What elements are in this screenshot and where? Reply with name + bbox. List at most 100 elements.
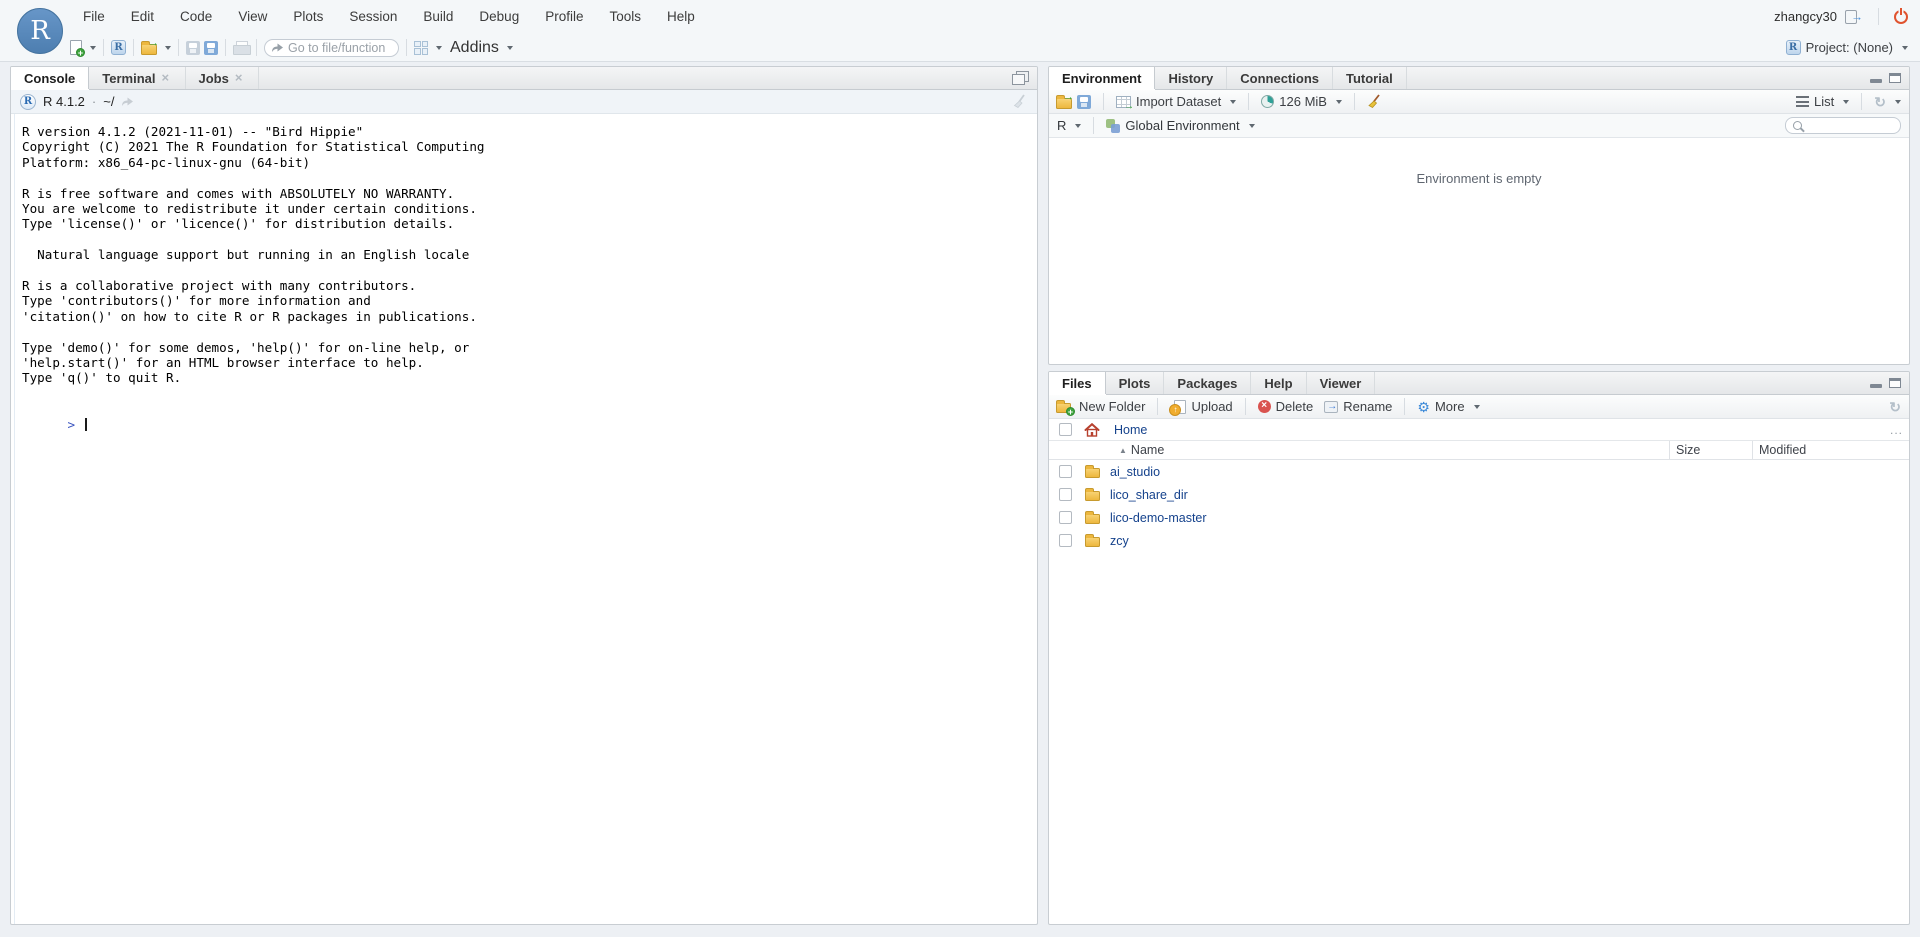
tab-tutorial[interactable]: Tutorial (1333, 67, 1407, 89)
file-row[interactable]: ai_studio (1049, 460, 1909, 483)
goto-file-input[interactable] (288, 41, 392, 55)
minimize-pane-icon[interactable] (1870, 73, 1882, 84)
menu-help[interactable]: Help (654, 9, 708, 24)
menu-edit[interactable]: Edit (118, 9, 167, 24)
menu-profile[interactable]: Profile (532, 9, 596, 24)
menu-session[interactable]: Session (336, 9, 410, 24)
tab-plots[interactable]: Plots (1106, 372, 1165, 394)
addins-button[interactable]: Addins (450, 39, 513, 57)
tab-help[interactable]: Help (1251, 372, 1306, 394)
import-dataset-icon (1116, 96, 1131, 108)
tab-environment[interactable]: Environment (1049, 67, 1155, 89)
files-pane: Files Plots Packages Help Viewer New Fol… (1048, 371, 1910, 925)
menu-plots[interactable]: Plots (280, 9, 336, 24)
open-file-button[interactable] (141, 41, 171, 55)
tab-plots-label: Plots (1119, 376, 1151, 391)
save-button[interactable] (186, 41, 200, 55)
load-workspace-icon[interactable] (1056, 98, 1072, 109)
console-line (22, 263, 1037, 278)
upload-icon (1174, 400, 1186, 414)
column-modified[interactable]: Modified (1759, 443, 1806, 457)
close-icon[interactable] (235, 72, 245, 84)
language-selector[interactable]: R (1057, 118, 1081, 133)
menu-view[interactable]: View (225, 9, 280, 24)
goto-directory-icon[interactable] (121, 96, 134, 107)
environment-search-input[interactable] (1808, 119, 1894, 133)
console-line: Platform: x86_64-pc-linux-gnu (64-bit) (22, 155, 1037, 170)
tab-console[interactable]: Console (11, 67, 89, 89)
tab-connections[interactable]: Connections (1227, 67, 1333, 89)
tab-terminal[interactable]: Terminal (89, 67, 185, 89)
memory-usage-button[interactable]: 126 MiB (1261, 94, 1342, 109)
goto-file-searchbox[interactable] (264, 39, 399, 57)
scope-selector[interactable]: Global Environment (1106, 118, 1254, 133)
refresh-environment-button[interactable] (1874, 95, 1901, 109)
clear-objects-icon[interactable] (1367, 94, 1382, 109)
sign-out-icon[interactable] (1845, 10, 1857, 24)
more-button[interactable]: More (1417, 399, 1479, 414)
divider (178, 39, 179, 56)
divider (1103, 93, 1104, 110)
tab-packages[interactable]: Packages (1164, 372, 1251, 394)
menu-debug[interactable]: Debug (466, 9, 532, 24)
tab-connections-label: Connections (1240, 71, 1319, 86)
tab-files[interactable]: Files (1049, 372, 1106, 394)
tab-terminal-label: Terminal (102, 71, 155, 86)
row-checkbox[interactable] (1059, 534, 1072, 547)
tab-environment-label: Environment (1062, 71, 1141, 86)
close-icon[interactable] (162, 72, 172, 84)
upload-button[interactable]: Upload (1170, 399, 1232, 414)
save-all-button[interactable] (204, 41, 218, 55)
file-row[interactable]: lico_share_dir (1049, 483, 1909, 506)
file-row[interactable]: zcy (1049, 529, 1909, 552)
console-output[interactable]: R version 4.1.2 (2021-11-01) -- "Bird Hi… (11, 114, 1037, 447)
column-name[interactable]: Name (1119, 443, 1164, 457)
console-prompt-line[interactable]: > (22, 401, 1037, 447)
new-project-button[interactable]: R (111, 40, 126, 55)
quit-session-icon[interactable] (1894, 10, 1908, 24)
print-button[interactable] (233, 41, 249, 55)
import-dataset-button[interactable]: Import Dataset (1116, 94, 1236, 109)
column-divider (1669, 441, 1670, 459)
file-link[interactable]: zcy (1110, 534, 1129, 548)
save-workspace-icon[interactable] (1077, 95, 1091, 109)
refresh-icon (1874, 95, 1886, 109)
file-link[interactable]: ai_studio (1110, 465, 1160, 479)
maximize-pane-icon[interactable] (1889, 378, 1901, 388)
new-file-button[interactable] (70, 40, 96, 55)
clear-console-icon[interactable] (1013, 94, 1028, 109)
refresh-files-icon[interactable] (1889, 400, 1901, 414)
console-line: You are welcome to redistribute it under… (22, 201, 1037, 216)
column-size[interactable]: Size (1676, 443, 1700, 457)
project-selector[interactable]: R Project: (None) (1786, 33, 1908, 62)
menu-build[interactable]: Build (410, 9, 466, 24)
select-all-checkbox[interactable] (1059, 423, 1072, 436)
menu-tools[interactable]: Tools (596, 9, 654, 24)
tab-jobs[interactable]: Jobs (186, 67, 259, 89)
maximize-pane-icon[interactable] (1012, 71, 1029, 85)
row-checkbox[interactable] (1059, 488, 1072, 501)
menu-file[interactable]: File (70, 9, 118, 24)
environment-searchbox[interactable] (1785, 117, 1901, 134)
working-directory-label[interactable]: ~/ (103, 94, 114, 109)
file-link[interactable]: lico_share_dir (1110, 488, 1188, 502)
pane-layout-button[interactable] (414, 41, 442, 55)
row-checkbox[interactable] (1059, 465, 1072, 478)
open-file-icon (141, 44, 157, 55)
import-dataset-label: Import Dataset (1136, 94, 1221, 109)
breadcrumb-home[interactable]: Home (1114, 423, 1147, 437)
file-link[interactable]: lico-demo-master (1110, 511, 1207, 525)
file-row[interactable]: lico-demo-master (1049, 506, 1909, 529)
tab-history[interactable]: History (1155, 67, 1227, 89)
row-checkbox[interactable] (1059, 511, 1072, 524)
minimize-pane-icon[interactable] (1870, 378, 1882, 389)
tab-viewer[interactable]: Viewer (1307, 372, 1376, 394)
list-view-button[interactable]: List (1796, 94, 1849, 109)
new-folder-button[interactable]: New Folder (1056, 399, 1145, 414)
maximize-pane-icon[interactable] (1889, 73, 1901, 83)
files-toolbar: New Folder Upload Delete Rename More (1049, 395, 1909, 419)
menu-code[interactable]: Code (167, 9, 225, 24)
rename-button[interactable]: Rename (1324, 399, 1392, 414)
delete-button[interactable]: Delete (1258, 399, 1314, 414)
path-options-button[interactable]: ... (1890, 423, 1903, 437)
